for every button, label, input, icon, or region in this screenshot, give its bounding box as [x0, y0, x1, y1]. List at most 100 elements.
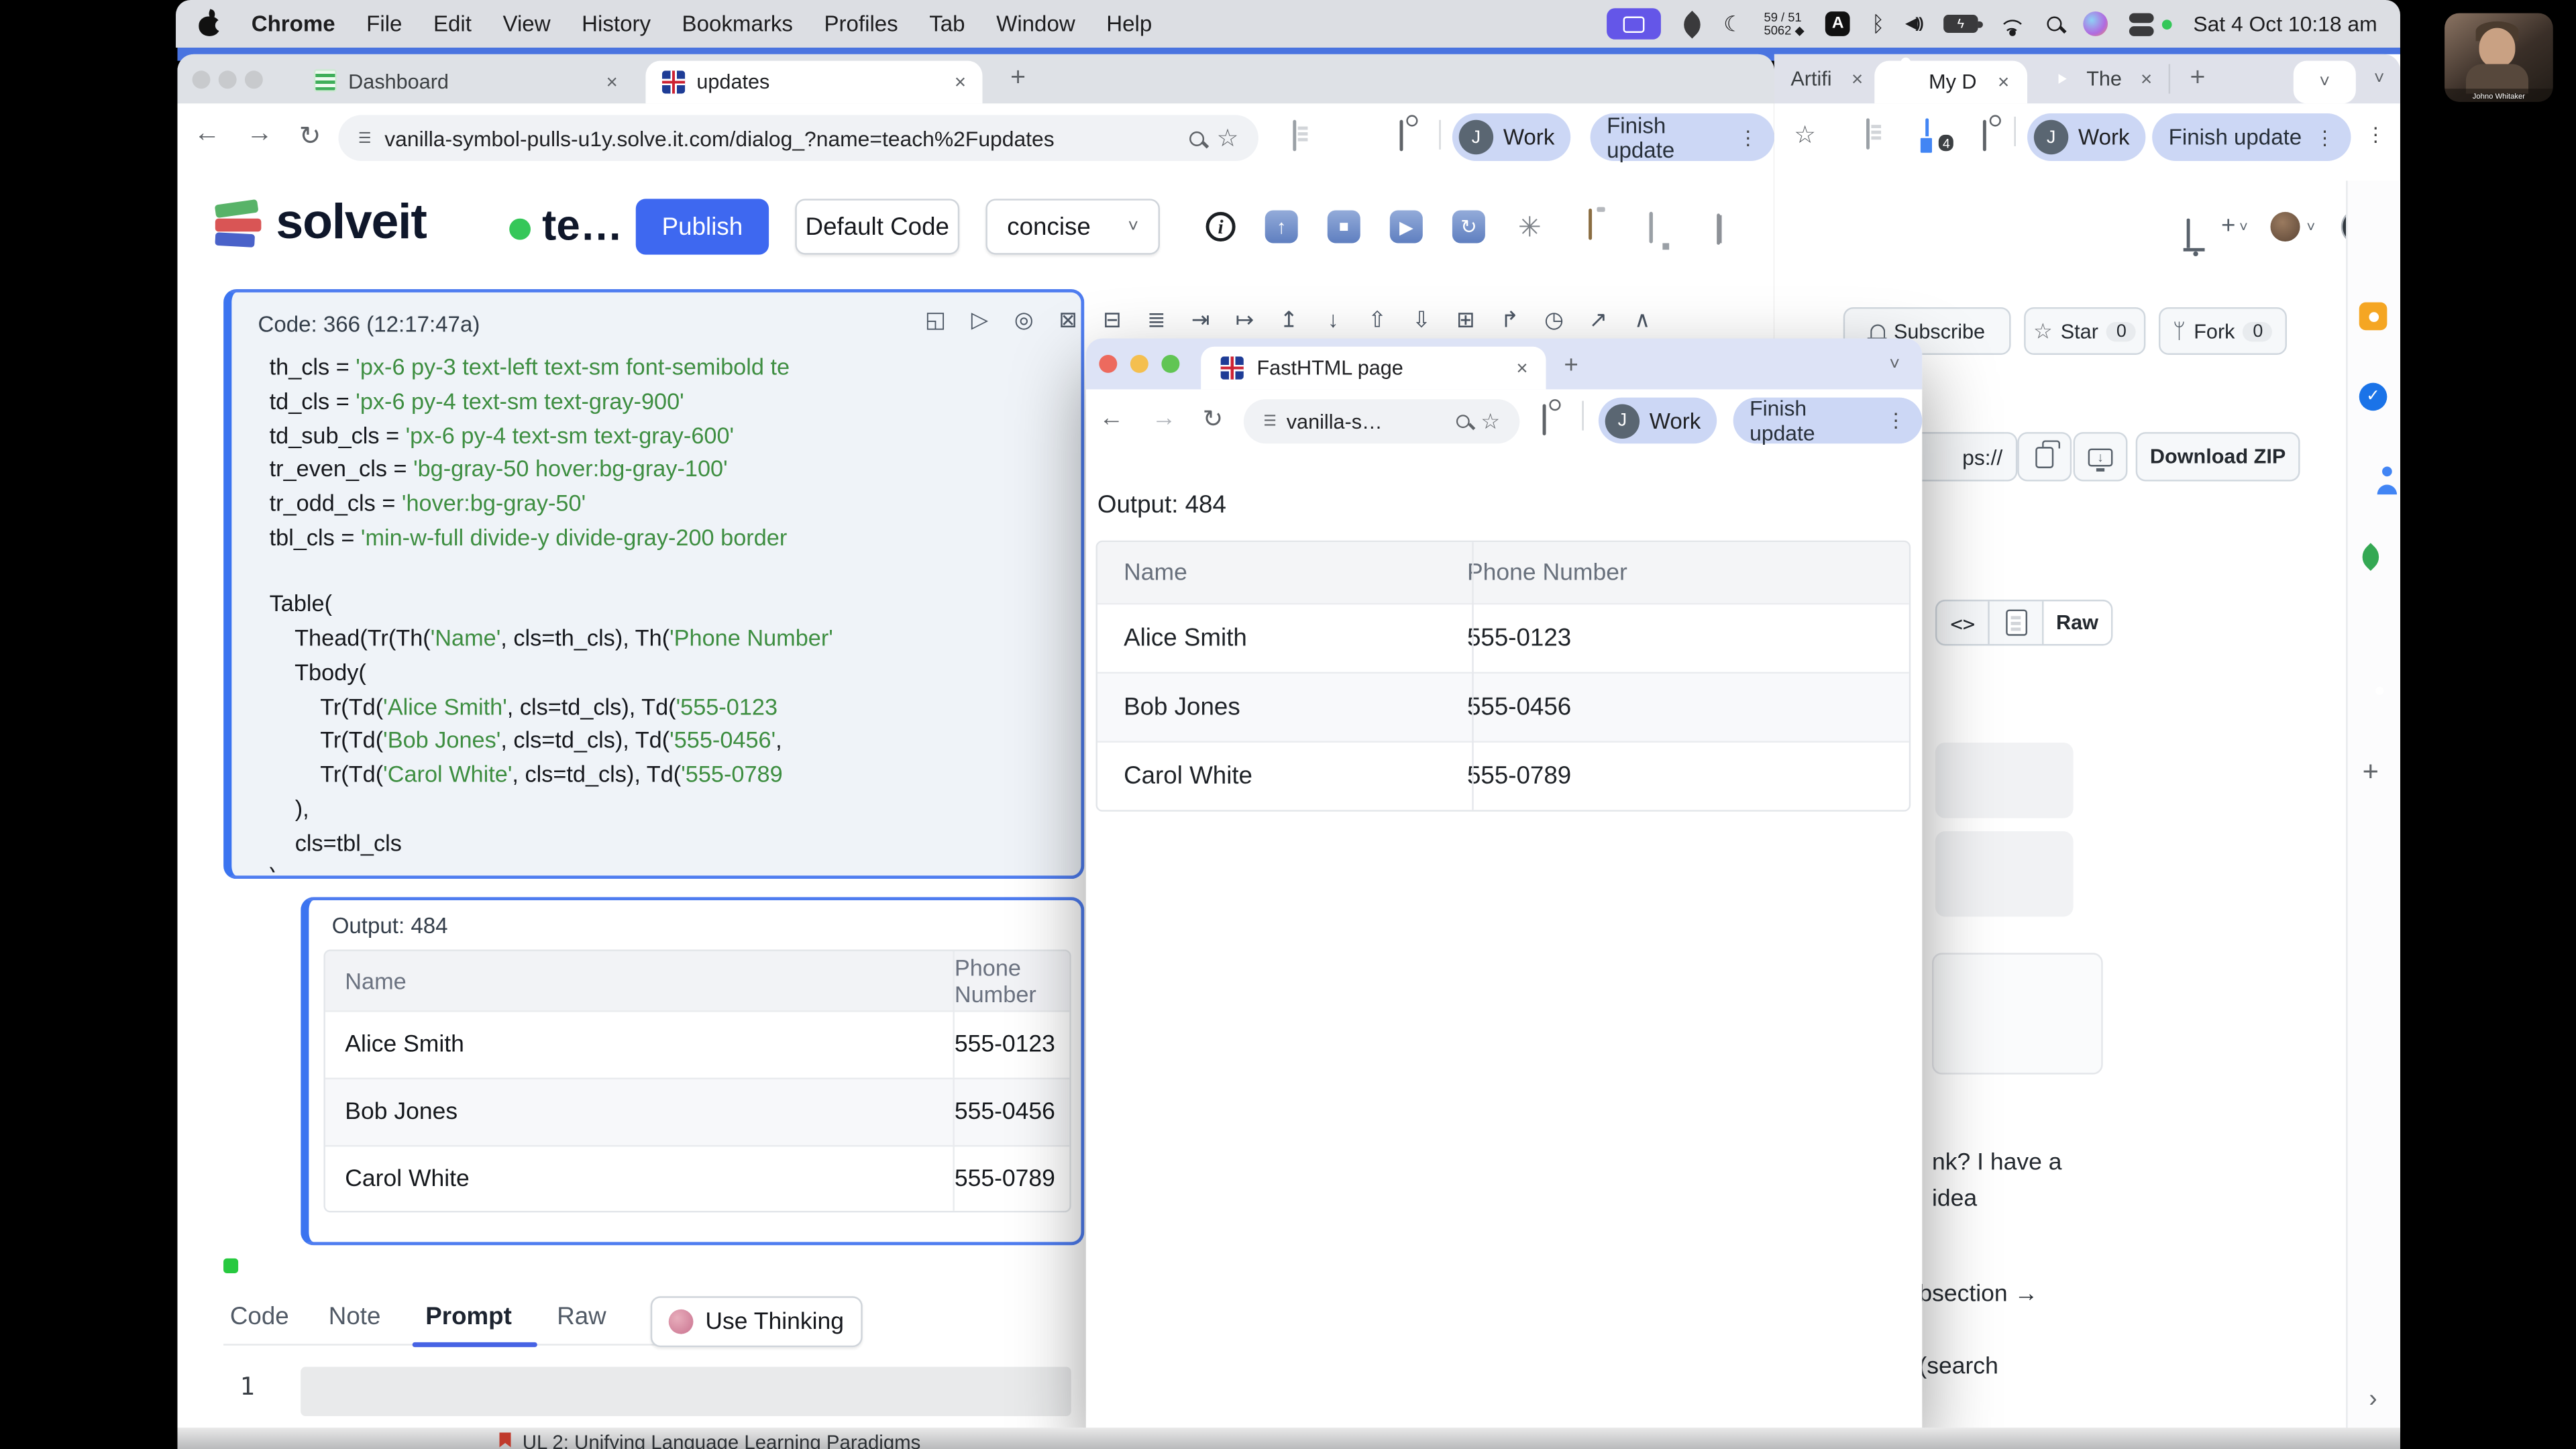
menu-edit[interactable]: Edit [433, 11, 472, 36]
clipboard-icon[interactable] [1589, 209, 1592, 240]
add-cell-icon[interactable]: ⊞ [1444, 307, 1488, 333]
extensions-icon[interactable] [1983, 120, 1986, 152]
apple-menu-icon[interactable] [199, 11, 220, 36]
code-line[interactable]: td_cls = 'px-6 py-4 text-sm text-gray-90… [270, 386, 1078, 420]
file-view-icon[interactable] [1990, 610, 2042, 636]
code-line[interactable]: Tbody( [270, 657, 1078, 691]
control-center-icon[interactable] [2129, 12, 2154, 35]
book-icon[interactable] [1717, 213, 1720, 245]
code-line[interactable]: ), [270, 793, 1078, 827]
code-view-icon[interactable]: <> [1937, 610, 1988, 635]
menu-file[interactable]: File [366, 11, 402, 36]
more-menu-icon[interactable]: ⋮ [2315, 125, 2334, 148]
code-line[interactable]: Thead(Tr(Th('Name', cls=th_cls), Th('Pho… [270, 623, 1078, 657]
create-new-icon[interactable]: + [2221, 212, 2235, 240]
code-line[interactable]: tr_even_cls = 'bg-gray-50 hover:bg-gray-… [270, 454, 1078, 488]
style-select[interactable]: concise ˅ [985, 199, 1160, 254]
settings-gear-icon[interactable]: ✳ [1518, 212, 1542, 245]
zoom-icon[interactable] [1457, 415, 1470, 428]
site-settings-icon[interactable]: ☰ [358, 129, 372, 147]
copy-url-button[interactable] [2017, 432, 2072, 481]
move-top-icon[interactable]: ↥ [1267, 307, 1311, 333]
back-icon[interactable]: ← [1099, 404, 1124, 432]
site-settings-icon[interactable]: ☰ [1263, 413, 1277, 431]
table-row[interactable]: Bob Jones555-0456 [1097, 672, 1909, 741]
code-line[interactable]: Tr(Td('Carol White', cls=td_cls), Td('55… [270, 759, 1078, 793]
tab-github-active[interactable]: My D × [1874, 61, 2027, 104]
minimize-window-icon[interactable] [219, 70, 237, 89]
tab-note[interactable]: Note [329, 1303, 381, 1331]
finish-update-button[interactable]: Finish update ⋮ [2152, 113, 2351, 161]
notifications-bell-icon[interactable] [2187, 219, 2190, 248]
table-row[interactable]: Alice Smith555-0123 [325, 1010, 1069, 1077]
close-icon[interactable]: × [1851, 67, 1863, 90]
insert-above-icon[interactable]: ⇧ [1355, 307, 1399, 333]
add-icon[interactable]: + [2363, 756, 2379, 789]
code-line[interactable]: th_cls = 'px-6 py-3 text-left text-sm fo… [270, 352, 1078, 386]
menu-history[interactable]: History [582, 11, 651, 36]
readme-link[interactable]: bsection → [1919, 1281, 2038, 1307]
stats-widget[interactable]: 59 / 515062 ◆ [1764, 11, 1804, 37]
code-editor[interactable]: th_cls = 'px-6 py-3 text-left text-sm fo… [270, 352, 1078, 872]
close-icon[interactable]: × [1516, 356, 1527, 379]
code-line[interactable]: td_sub_cls = 'px-6 py-4 text-sm text-gra… [270, 420, 1078, 454]
menu-tab[interactable]: Tab [929, 11, 965, 36]
window-menu-icon[interactable]: ⋮ [2366, 123, 2385, 146]
upload-icon[interactable]: ↑ [1265, 210, 1298, 243]
input-source-icon[interactable]: A [1825, 11, 1850, 36]
zoom-icon[interactable] [1189, 131, 1203, 146]
new-tab-icon[interactable]: + [1010, 64, 1026, 94]
open-external-icon[interactable]: ↗ [1576, 307, 1620, 333]
open-desktop-button[interactable]: ↓ [2074, 432, 2128, 481]
clear-output-icon[interactable]: ⊠ [1046, 307, 1090, 333]
url-text[interactable]: vanilla-s… [1287, 410, 1446, 433]
code-line[interactable]: ) [270, 861, 1078, 873]
table-row[interactable]: Carol White555-0789 [1097, 741, 1909, 810]
code-line[interactable]: tbl_cls = 'min-w-full divide-y divide-gr… [270, 522, 1078, 556]
refresh-icon[interactable]: ↻ [1452, 210, 1485, 243]
tab-code[interactable]: Code [230, 1303, 289, 1331]
menubar-clock[interactable]: Sat 4 Oct 10:18 am [2193, 11, 2377, 36]
stop-icon[interactable]: ■ [1328, 210, 1360, 243]
volume-icon[interactable]: ◀)) [1906, 15, 1922, 33]
close-icon[interactable]: × [1998, 70, 2009, 93]
tab-youtube[interactable]: The [2086, 67, 2122, 90]
tab-dashboard[interactable]: Dashboard × [301, 61, 629, 104]
run-cell-icon[interactable]: ▷ [957, 307, 1002, 333]
use-thinking-button[interactable]: Use Thinking [651, 1296, 863, 1347]
profile-chip[interactable]: J Work [1452, 113, 1571, 161]
code-line[interactable]: Tr(Td('Alice Smith', cls=td_cls), Td('55… [270, 691, 1078, 725]
delete-cell-icon[interactable]: ⊟ [1090, 307, 1134, 333]
tab-artifacts[interactable]: Artifi [1790, 67, 1831, 90]
zoom-window-icon[interactable] [1161, 355, 1179, 373]
focus-moon-icon[interactable]: ☾ [1723, 11, 1743, 37]
forward-icon[interactable]: → [246, 120, 272, 150]
code-cell[interactable]: Code: 366 (12:17:47a) th_cls = 'px-6 py-… [223, 289, 1084, 879]
table-row[interactable]: Carol White555-0789 [325, 1145, 1069, 1212]
new-tab-icon[interactable]: + [1564, 352, 1578, 380]
more-menu-icon[interactable]: ⋮ [1738, 125, 1758, 148]
code-line[interactable] [270, 556, 1078, 588]
insert-below-icon[interactable]: ⇩ [1399, 307, 1444, 333]
url-text[interactable]: vanilla-symbol-pulls-u1y.solve.it.com/di… [384, 125, 1175, 150]
github-avatar[interactable] [2270, 212, 2300, 241]
siri-icon[interactable] [2083, 11, 2108, 36]
reading-list-icon[interactable] [1293, 120, 1296, 152]
table-row[interactable]: Alice Smith555-0123 [1097, 603, 1909, 672]
close-window-icon[interactable] [193, 70, 211, 89]
close-icon[interactable]: × [955, 70, 966, 93]
copy-cell-icon[interactable]: ◱ [914, 307, 958, 333]
default-code-button[interactable]: Default Code [795, 199, 959, 254]
profile-chip[interactable]: J Work [2027, 113, 2146, 161]
code-line[interactable]: tr_odd_cls = 'hover:bg-gray-50' [270, 488, 1078, 522]
preview-icon[interactable]: ◎ [1002, 307, 1046, 333]
chevron-down-icon[interactable]: ˅ [1889, 355, 1900, 374]
bookmark-star-icon[interactable]: ☆ [1794, 120, 1816, 150]
tab-updates-active[interactable]: updates × [645, 61, 982, 104]
battery-icon[interactable]: ϟ [1943, 15, 1978, 33]
chevron-down-icon[interactable]: ˅ [2239, 219, 2248, 235]
promote-icon[interactable]: ↱ [1488, 307, 1532, 333]
code-line[interactable]: Table( [270, 588, 1078, 623]
back-icon[interactable]: ← [194, 120, 220, 150]
fork-button[interactable]: ᛘ Fork 0 [2159, 307, 2287, 355]
